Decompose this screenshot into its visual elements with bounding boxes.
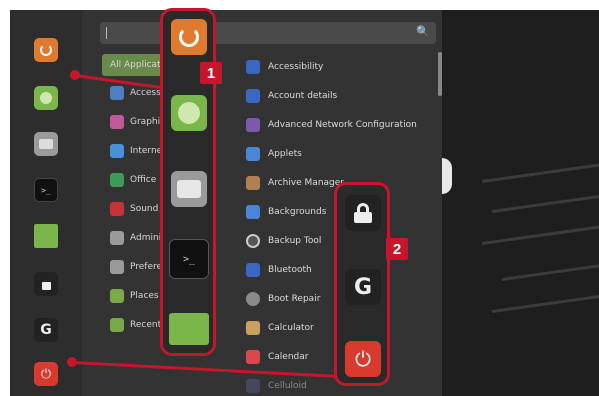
category-all-applications[interactable]: All Applications (102, 54, 162, 76)
mint-logo-icon (40, 44, 52, 56)
sound-video-icon (110, 202, 124, 216)
terminal-prompt-glyph: >_ (182, 253, 196, 265)
zoom-software-manager-icon (171, 95, 207, 131)
power-glyph: ⏻ (40, 366, 52, 382)
recent-folder-icon (110, 318, 124, 332)
power-glyph: ⏻ (355, 347, 371, 371)
app-label: Calculator (268, 323, 314, 333)
internet-icon (110, 144, 124, 158)
lock-screen-icon[interactable] (34, 272, 58, 296)
graphics-icon (110, 115, 124, 129)
app-label: Backgrounds (268, 207, 327, 217)
celluloid-icon (246, 379, 260, 393)
settings-toggle-glyph (39, 139, 53, 149)
system-settings-icon[interactable] (34, 132, 58, 156)
app-label: Account details (268, 91, 338, 101)
wallpaper-stripe (491, 193, 599, 213)
backup-icon (246, 234, 260, 248)
archive-icon (246, 176, 260, 190)
logout-glyph: G (40, 322, 52, 338)
lock-glyph (353, 203, 373, 223)
office-icon (110, 173, 124, 187)
power-icon[interactable]: ⏻ (34, 362, 58, 386)
network-icon (246, 118, 260, 132)
calendar-icon (246, 350, 260, 364)
mint-logo-icon (179, 27, 199, 47)
desktop-screen: >_ G ⏻ 🔍 All Applications Accessories Gr… (10, 10, 599, 396)
applets-icon (246, 147, 260, 161)
terminal-prompt-glyph: >_ (41, 185, 51, 195)
zoom-lock-icon (345, 195, 381, 231)
logout-icon[interactable]: G (34, 318, 58, 342)
zoom-power-icon: ⏻ (345, 341, 381, 377)
boot-repair-icon (246, 292, 260, 306)
zoom-folder-icon (169, 313, 209, 345)
bluetooth-icon (246, 263, 260, 277)
wallpaper-stripe (481, 161, 599, 183)
software-manager-glyph (40, 92, 52, 104)
callout-number-2: 2 (386, 238, 408, 260)
app-label: Bluetooth (268, 265, 312, 275)
desktop-background (442, 10, 599, 396)
settings-toggle-glyph (177, 180, 201, 198)
app-label: Archive Manager (268, 178, 344, 188)
app-accessibility[interactable]: Accessibility (246, 56, 446, 78)
app-applets[interactable]: Applets (246, 143, 446, 165)
wallpaper-shape (442, 158, 452, 194)
accessories-icon (110, 86, 124, 100)
zoom-panel-favorites: >_ (160, 8, 216, 356)
menu-launcher-icon[interactable] (34, 38, 58, 62)
app-label: Boot Repair (268, 294, 321, 304)
wallpaper-stripe (491, 293, 599, 313)
wallpaper-stripe (501, 262, 599, 281)
zoom-panel-session: G ⏻ (334, 182, 390, 386)
callout-number-1: 1 (200, 62, 222, 84)
app-label: Calendar (268, 352, 309, 362)
app-label: Accessibility (268, 62, 324, 72)
zoom-menu-icon (171, 19, 207, 55)
app-label: Backup Tool (268, 236, 322, 246)
app-label: Advanced Network Configuration (268, 120, 417, 130)
backgrounds-icon (246, 205, 260, 219)
lock-body (354, 212, 372, 223)
account-icon (246, 89, 260, 103)
files-folder-icon[interactable] (34, 224, 58, 248)
accessibility-icon (246, 60, 260, 74)
lock-glyph (41, 282, 51, 290)
zoom-logout-icon: G (345, 269, 381, 305)
administration-icon (110, 231, 124, 245)
category-label: All Applications (110, 60, 162, 70)
wallpaper-stripe (481, 223, 599, 245)
zoom-settings-icon (171, 171, 207, 207)
software-manager-icon[interactable] (34, 86, 58, 110)
app-account-details[interactable]: Account details (246, 85, 446, 107)
places-folder-icon (110, 289, 124, 303)
app-label: Celluloid (268, 381, 307, 391)
text-cursor (106, 27, 107, 39)
preferences-icon (110, 260, 124, 274)
logout-glyph: G (353, 274, 373, 300)
category-label: Places (130, 291, 159, 301)
calculator-icon (246, 321, 260, 335)
left-panel: >_ G ⏻ (10, 10, 82, 396)
category-label: Office (130, 175, 157, 185)
terminal-icon[interactable]: >_ (34, 178, 58, 202)
zoom-terminal-icon: >_ (169, 239, 209, 279)
search-input[interactable]: 🔍 (100, 22, 436, 44)
search-icon: 🔍 (416, 25, 430, 38)
app-label: Applets (268, 149, 302, 159)
app-advanced-network[interactable]: Advanced Network Configuration (246, 114, 446, 136)
software-manager-glyph (178, 102, 200, 124)
